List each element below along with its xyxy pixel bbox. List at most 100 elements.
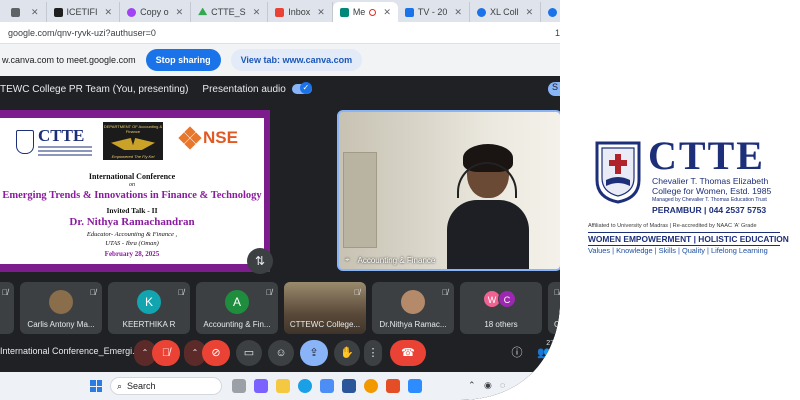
swap-layout-button[interactable]: ⇅ (247, 248, 273, 274)
info-icon[interactable]: ⓘ (506, 340, 528, 366)
college-tagline: WOMEN EMPOWERMENT | HOLISTIC EDUCATION (588, 232, 789, 246)
view-tab-button[interactable]: View tab: www.canva.com (231, 49, 363, 71)
close-icon[interactable]: ✕ (592, 7, 600, 18)
meet-icon (340, 8, 349, 17)
drive-icon (198, 8, 207, 17)
tab-favicon-icon (405, 8, 414, 17)
present-button[interactable]: ⇪ (300, 340, 328, 366)
tab-favicon-icon (477, 8, 486, 17)
copilot-icon[interactable] (254, 379, 268, 393)
close-icon[interactable]: ✕ (383, 7, 391, 18)
college-values: Values | Knowledge | Skills | Quality | … (588, 246, 768, 255)
browser-tab[interactable]: Inbox ✕ (268, 2, 333, 22)
store-icon[interactable] (320, 379, 334, 393)
participant-tile[interactable]: K 🎙̸ KEERTHIKA R (108, 282, 190, 334)
address-text: google.com/qnv-ryvk-uzi?authuser=0 (8, 27, 156, 38)
browser-tab[interactable]: XL Coll ✕ (470, 2, 541, 22)
tab-favicon-icon (127, 8, 136, 17)
close-icon[interactable]: ✕ (176, 7, 184, 18)
task-view-icon[interactable] (232, 379, 246, 393)
app-icon[interactable] (386, 379, 400, 393)
meeting-name: International Conference_Emergi... (0, 346, 140, 356)
app-icon[interactable] (342, 379, 356, 393)
browser-tab[interactable]: Home ✕ (541, 2, 608, 22)
tab-label: ICETIFI (66, 7, 98, 17)
tab-label: Me (352, 7, 366, 17)
presenting-row: TEWC College PR Team (You, presenting) P… (0, 84, 312, 95)
close-icon[interactable]: ✕ (317, 7, 325, 18)
meet-control-bar: International Conference_Emergi... ⌃ 🎙̸ … (0, 338, 560, 368)
participant-tile[interactable]: 🎙̸ C (548, 282, 578, 334)
participant-avatar: A (225, 290, 249, 314)
mic-off-icon: 🎙̸ (90, 288, 96, 297)
browser-tab[interactable]: Copy o ✕ (120, 2, 191, 22)
presenting-label: TEWC College PR Team (You, presenting) (0, 84, 189, 95)
video-tile-name: Accounting & Finance (357, 255, 436, 265)
close-icon[interactable]: ✕ (253, 7, 261, 18)
volume-icon[interactable]: ◁ (516, 380, 523, 391)
college-managed-by: Managed by Chevalier T. Thomas Education… (652, 197, 767, 203)
stop-sharing-button[interactable]: Stop sharing (146, 49, 221, 71)
pin-icon[interactable]: ⌖ (345, 255, 350, 265)
presentation-audio-toggle[interactable] (292, 84, 312, 94)
close-icon[interactable]: ✕ (31, 7, 39, 18)
meet-area: TEWC College PR Team (You, presenting) P… (0, 76, 560, 400)
browser-tab[interactable]: TV - 20 ✕ (398, 2, 470, 22)
participant-name: KEERTHIKA R (122, 320, 176, 329)
participant-name: Carlis Antony Ma... (27, 320, 95, 329)
participant-name: C (554, 320, 560, 329)
nse-mark-icon (180, 128, 200, 148)
captions-button[interactable]: ▭ (236, 340, 262, 366)
new-tab-button[interactable]: + (608, 2, 632, 22)
participant-photo (49, 290, 73, 314)
edge-icon[interactable] (298, 379, 312, 393)
participant-tile[interactable]: 🎙̸ Dr.Nithya Ramac... (372, 282, 454, 334)
browser-tab[interactable]: CTTE_S ✕ (191, 2, 268, 22)
speaker-video-tile[interactable]: ⌖ Accounting & Finance (337, 110, 562, 271)
tab-label: TV - 20 (417, 7, 448, 17)
browser-tab-active[interactable]: Me ✕ (333, 2, 398, 22)
address-bar[interactable]: google.com/qnv-ryvk-uzi?authuser=0 1 (0, 22, 560, 44)
close-icon[interactable]: ✕ (526, 7, 534, 18)
people-button[interactable]: 👥 27 (532, 340, 556, 366)
slide-ctte-logo: CTTE (16, 126, 94, 160)
tray-app-icon[interactable]: ◉ (484, 380, 492, 391)
raise-hand-button[interactable]: ✋ (334, 340, 360, 366)
browser-tab[interactable]: ✕ (4, 2, 47, 22)
others-count: 18 others (484, 320, 518, 329)
college-name-line2: College for Women, Estd. 1985 (652, 186, 772, 196)
address-right-text: 1 (554, 27, 560, 38)
leave-call-button[interactable]: ☎ (390, 340, 426, 366)
wifi-icon[interactable]: ◌ (500, 380, 505, 390)
close-icon[interactable]: ✕ (454, 7, 462, 18)
camera-off-button[interactable]: ⊘ (202, 340, 230, 366)
slide-ctte-text: CTTE (38, 126, 85, 145)
logo-subtext-lines (38, 146, 92, 148)
slide-talk: Invited Talk - II (106, 206, 158, 215)
chrome-icon[interactable] (364, 379, 378, 393)
sharing-message: w.canva.com to meet.google.com (2, 55, 136, 65)
department-logo: DEPARTMENT OF Accounting & Finance Empow… (103, 122, 163, 160)
others-tile[interactable]: W C 18 others (460, 282, 542, 334)
search-icon: ⌕ (117, 380, 123, 391)
more-options-button[interactable]: ⋮ (364, 340, 382, 366)
app-icon[interactable] (408, 379, 422, 393)
participant-tile[interactable]: A 🎙̸ Accounting & Fin... (196, 282, 278, 334)
participant-tile[interactable]: 🎙̸ (0, 282, 14, 334)
windows-start-icon[interactable] (90, 380, 102, 392)
participant-tile[interactable]: 🎙̸ Carlis Antony Ma... (20, 282, 102, 334)
college-name-line1: Chevalier T. Thomas Elizabeth (652, 176, 769, 186)
others-avatars: W C (486, 290, 516, 308)
participant-tile[interactable]: 🎙̸ CTTEWC College... (284, 282, 366, 334)
mic-off-button[interactable]: 🎙̸ (152, 340, 180, 366)
file-explorer-icon[interactable] (276, 379, 290, 393)
close-icon[interactable]: ✕ (105, 7, 113, 18)
slide-canvas: CTTE DEPARTMENT OF Accounting & Finance … (0, 118, 264, 264)
browser-tab[interactable]: ICETIFI ✕ (47, 2, 121, 22)
side-panel-pill[interactable]: S (548, 82, 568, 96)
tab-label: Home (561, 7, 586, 17)
tab-label: Copy o (140, 7, 169, 17)
emoji-button[interactable]: ☺ (268, 340, 294, 366)
tray-chevron-icon[interactable]: ⌃ (468, 380, 476, 391)
taskbar-search[interactable]: ⌕ Search (110, 377, 222, 395)
